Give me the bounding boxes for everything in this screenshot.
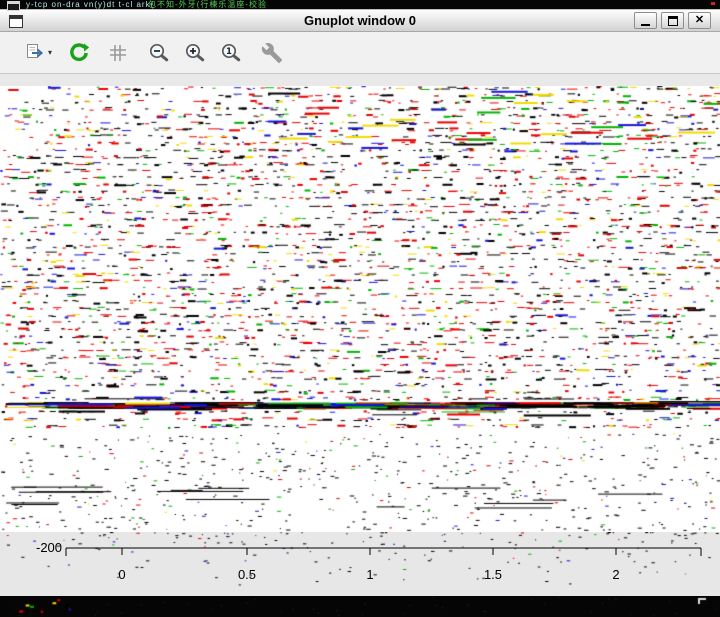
titlebar[interactable]: Gnuplot window 0 ✕ (0, 9, 720, 32)
x-axis (0, 532, 720, 596)
zoom-out-button[interactable] (148, 38, 170, 68)
axis-area: -200 0 0.5 1 1.5 2 (0, 532, 720, 596)
settings-button[interactable] (261, 38, 283, 68)
glitch-text: 包不知-外牙(行楝乐温座-校验 (148, 0, 267, 9)
window-title: Gnuplot window 0 (0, 13, 720, 28)
console-window-icon (7, 1, 20, 11)
x-tick-label: 2 (594, 567, 638, 582)
zoom-reset-button[interactable]: 1 (220, 38, 242, 68)
background-terminal-top: y-tcp on-dra vn(y)dt t-cl ark( 包不知-外牙(行楝… (0, 0, 720, 9)
gnuplot-window: Gnuplot window 0 ✕ ▾ (0, 9, 720, 596)
magnifier-1-icon: 1 (220, 42, 242, 64)
toolbar-gap (0, 74, 720, 86)
maximize-icon (668, 16, 678, 26)
x-tick-label: 0 (100, 567, 144, 582)
dropdown-caret-icon: ▾ (48, 48, 52, 57)
minimize-button[interactable] (634, 12, 657, 29)
plot-area[interactable] (0, 86, 720, 532)
gnuplot-app-icon (9, 15, 23, 28)
grid-icon (107, 42, 129, 64)
minimize-icon (641, 24, 650, 26)
close-button[interactable]: ✕ (688, 12, 711, 29)
replot-button[interactable] (68, 38, 90, 68)
background-terminal-bottom (0, 596, 720, 617)
x-tick-label: 1.5 (471, 567, 515, 582)
maximize-button[interactable] (661, 12, 684, 29)
toggle-grid-button[interactable] (107, 38, 129, 68)
glitch-dot (711, 2, 715, 5)
wrench-icon (261, 42, 283, 64)
window-controls: ✕ (634, 12, 711, 29)
svg-text:1: 1 (226, 47, 232, 57)
refresh-arrow-icon (68, 42, 90, 64)
toolbar: ▾ (0, 32, 720, 74)
close-icon: ✕ (695, 15, 704, 26)
export-plot-button[interactable]: ▾ (24, 38, 52, 68)
zoom-in-button[interactable] (184, 38, 206, 68)
x-tick-label: 1 (348, 567, 392, 582)
x-tick-label: 0.5 (225, 567, 269, 582)
magnifier-minus-icon (148, 42, 170, 64)
screen: y-tcp on-dra vn(y)dt t-cl ark( 包不知-外牙(行楝… (0, 0, 720, 617)
document-export-icon (24, 42, 46, 64)
glitch-text: y-tcp on-dra vn(y)dt t-cl ark( (26, 0, 154, 9)
bottom-glitch-layer (0, 596, 720, 617)
magnifier-plus-icon (184, 42, 206, 64)
